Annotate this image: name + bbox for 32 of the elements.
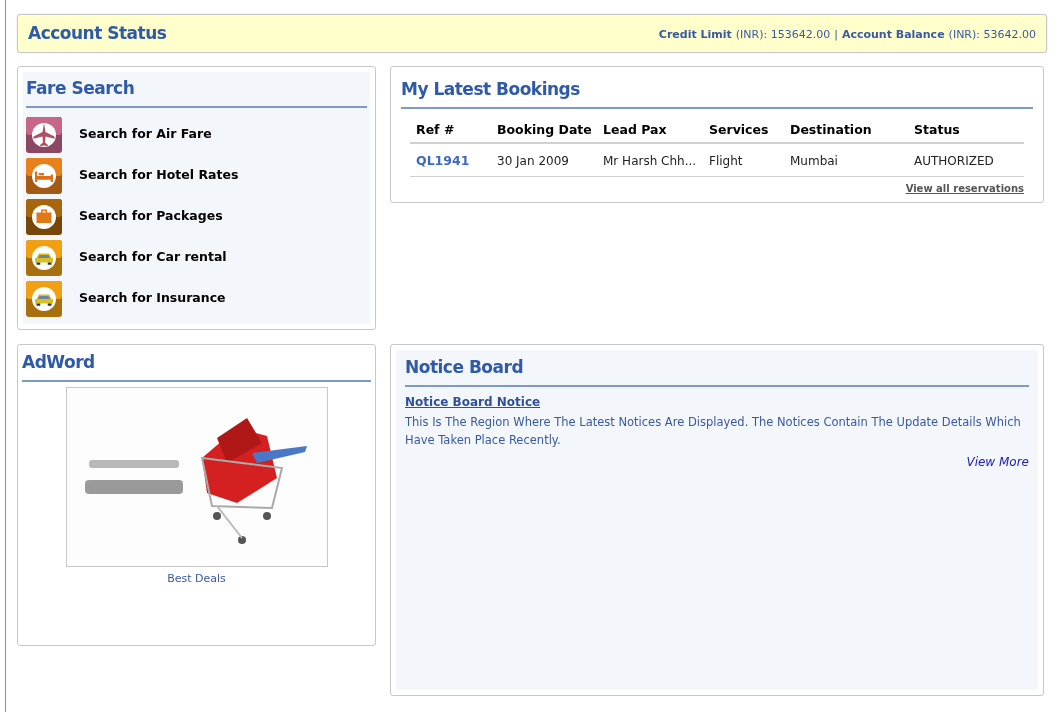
table-cell: Mr Harsh Chh... <box>603 154 697 169</box>
notice-text: This Is The Region Where The Latest Notices Are Displayed. The Notices Contain The Update Details Which Have Taken Place Recently. <box>405 413 1022 449</box>
account-balance-label: Account Balance <box>841 27 945 44</box>
table-cell: Flight <box>709 154 743 169</box>
column-header: Lead Pax <box>603 120 668 139</box>
column-header: Booking Date <box>497 120 593 139</box>
view-all-link[interactable]: View all reservations <box>905 181 1024 197</box>
table-cell: Mumbai <box>790 154 838 169</box>
column-header: Ref # <box>416 120 456 139</box>
fare-search-link[interactable]: Search for Packages <box>26 198 367 235</box>
panel-title: My Latest Bookings <box>401 77 1033 109</box>
fare-search-link[interactable]: Search for Car rental <box>26 239 367 276</box>
panel-title: Account Status <box>28 21 167 45</box>
column-header: Status <box>914 120 961 139</box>
panel-title: AdWord <box>22 350 371 382</box>
notice-title-link[interactable]: Notice Board Notice <box>405 392 541 411</box>
separator: | <box>834 27 838 44</box>
credit-limit-label: Credit Limit <box>658 27 732 44</box>
panel-title: Notice Board <box>405 355 1029 387</box>
table-cell: AUTHORIZED <box>914 154 994 169</box>
fare-search-link[interactable]: Search for Insurance <box>26 280 367 317</box>
column-header: Services <box>709 120 770 139</box>
banner-caption: Best Deals <box>167 570 226 587</box>
table-cell: 30 Jan 2009 <box>497 154 569 169</box>
view-more-link[interactable]: View More <box>966 452 1029 471</box>
panel-title: Fare Search <box>26 76 367 108</box>
column-header: Destination <box>790 120 873 139</box>
credit-limit-value: (INR): 153642.00 <box>735 27 831 44</box>
account-balance-value: (INR): 53642.00 <box>948 27 1036 44</box>
booking-ref-link[interactable]: QL1941 <box>416 153 470 169</box>
fare-search-link[interactable]: Search for Hotel Rates <box>26 157 367 194</box>
fare-search-link[interactable]: Search for Air Fare <box>26 116 367 153</box>
